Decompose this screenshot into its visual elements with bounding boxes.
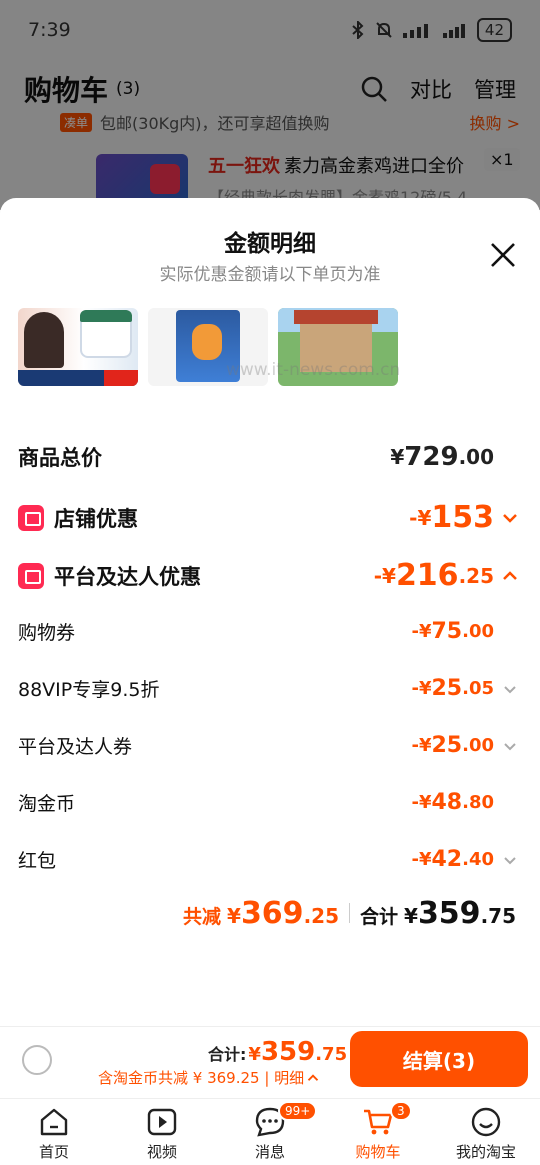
saved-decimal: .25 (303, 904, 339, 928)
row-label: 购物券 (18, 622, 76, 644)
summary-line: 共减 ¥ 369 .25 合计 ¥ 359 .75 (0, 896, 516, 931)
row-value: ¥729.00 (390, 442, 494, 472)
row-label: 商品总价 (18, 446, 102, 470)
tab-label: 我的淘宝 (455, 1143, 516, 1161)
tab-home[interactable]: 首页 (0, 1099, 108, 1165)
total-currency: ¥ (404, 904, 418, 928)
row-value: -¥ 25.00 (411, 733, 522, 758)
tab-cart[interactable]: 购物车 3 (324, 1099, 432, 1165)
row-store-discount[interactable]: 店铺优惠 -¥ 153 (18, 500, 522, 535)
chevron-down-icon[interactable] (498, 677, 522, 701)
tab-label: 消息 (254, 1143, 285, 1161)
row-label: 88VIP专享9.5折 (18, 679, 160, 701)
row-label: 平台及达人优惠 (54, 564, 201, 589)
chevron-down-icon[interactable] (498, 848, 522, 872)
row-88vip[interactable]: 88VIP专享9.5折 -¥ 25.05 (18, 675, 522, 702)
bottom-total: 合计: ¥ 359 .75 (208, 1037, 347, 1067)
chevron-down-icon[interactable] (498, 734, 522, 758)
store-icon (18, 504, 44, 531)
tab-label: 购物车 (355, 1143, 401, 1161)
tab-my-taobao[interactable]: 我的淘宝 (432, 1099, 540, 1165)
home-icon (40, 1108, 68, 1136)
row-value: -¥ 48.80 (411, 790, 494, 815)
modal-overlay[interactable] (0, 0, 540, 210)
divider (349, 903, 350, 923)
cart-badge: 3 (390, 1101, 412, 1121)
row-value: -¥ 42.40 (411, 847, 522, 872)
bottom-total-amount: 359 (260, 1037, 316, 1067)
row-label: 平台及达人券 (18, 736, 133, 758)
row-value: -¥ 75.00 (411, 619, 494, 644)
profile-smile-icon (471, 1107, 501, 1137)
detail-toggle[interactable]: 含淘金币共减 ¥ 369.25 | 明细 (98, 1067, 322, 1088)
bottom-total-label: 合计: (208, 1045, 247, 1064)
select-all-checkbox[interactable] (22, 1045, 52, 1075)
chevron-up-icon[interactable] (498, 564, 522, 588)
watermark: www.it-news.com.cn (226, 360, 401, 380)
bottom-total-currency: ¥ (248, 1044, 261, 1065)
saved-amount: 369 (240, 896, 304, 931)
tab-label: 首页 (38, 1143, 69, 1161)
price-detail-sheet: 金额明细 实际优惠金额请以下单页为准 www.it-news.com.cn 商品… (0, 198, 540, 1026)
tab-messages[interactable]: 消息 99+ (216, 1099, 324, 1165)
sheet-subtitle: 实际优惠金额请以下单页为准 (159, 265, 381, 285)
row-label: 淘金币 (18, 793, 76, 815)
row-value: -¥ 153 (409, 500, 522, 535)
row-value: -¥ 216.25 (374, 558, 522, 593)
message-badge: 99+ (278, 1101, 318, 1121)
checkout-bar: 合计: ¥ 359 .75 含淘金币共减 ¥ 369.25 | 明细 结算(3) (0, 1026, 540, 1098)
tab-video[interactable]: 视频 (108, 1099, 216, 1165)
product-image-cetaphil (18, 308, 138, 386)
close-icon[interactable] (486, 238, 520, 272)
saved-currency: ¥ (227, 904, 241, 928)
row-total-price: 商品总价 ¥729.00 (18, 442, 522, 472)
row-taojinbi: 淘金币 -¥ 48.80 (18, 789, 522, 816)
saved-label: 共减 (183, 906, 222, 928)
row-label: 红包 (18, 850, 57, 872)
total-amount: 359 (417, 896, 481, 931)
video-icon (147, 1108, 177, 1136)
row-value: -¥ 25.05 (411, 676, 522, 701)
row-platform-discount[interactable]: 平台及达人优惠 -¥ 216.25 (18, 558, 522, 593)
row-platform-coupon[interactable]: 平台及达人券 -¥ 25.00 (18, 732, 522, 759)
tab-label: 视频 (146, 1143, 177, 1161)
row-label: 店铺优惠 (54, 506, 138, 531)
total-label: 合计 (360, 906, 399, 928)
chevron-down-icon[interactable] (498, 506, 522, 530)
total-decimal: .75 (480, 904, 516, 928)
row-shopping-voucher: 购物券 -¥ 75.00 (18, 618, 522, 645)
detail-text: 含淘金币共减 ¥ 369.25 | 明细 (98, 1069, 305, 1087)
coupon-icon (18, 562, 44, 589)
bottom-nav: 首页 视频 消息 99+ 购物车 3 我的淘宝 (0, 1098, 540, 1165)
checkout-button[interactable]: 结算(3) (350, 1031, 528, 1087)
row-red-packet[interactable]: 红包 -¥ 42.40 (18, 846, 522, 873)
chevron-up-icon (307, 1073, 319, 1081)
sheet-title: 金额明细 (224, 231, 316, 257)
bottom-total-decimal: .75 (315, 1044, 348, 1065)
